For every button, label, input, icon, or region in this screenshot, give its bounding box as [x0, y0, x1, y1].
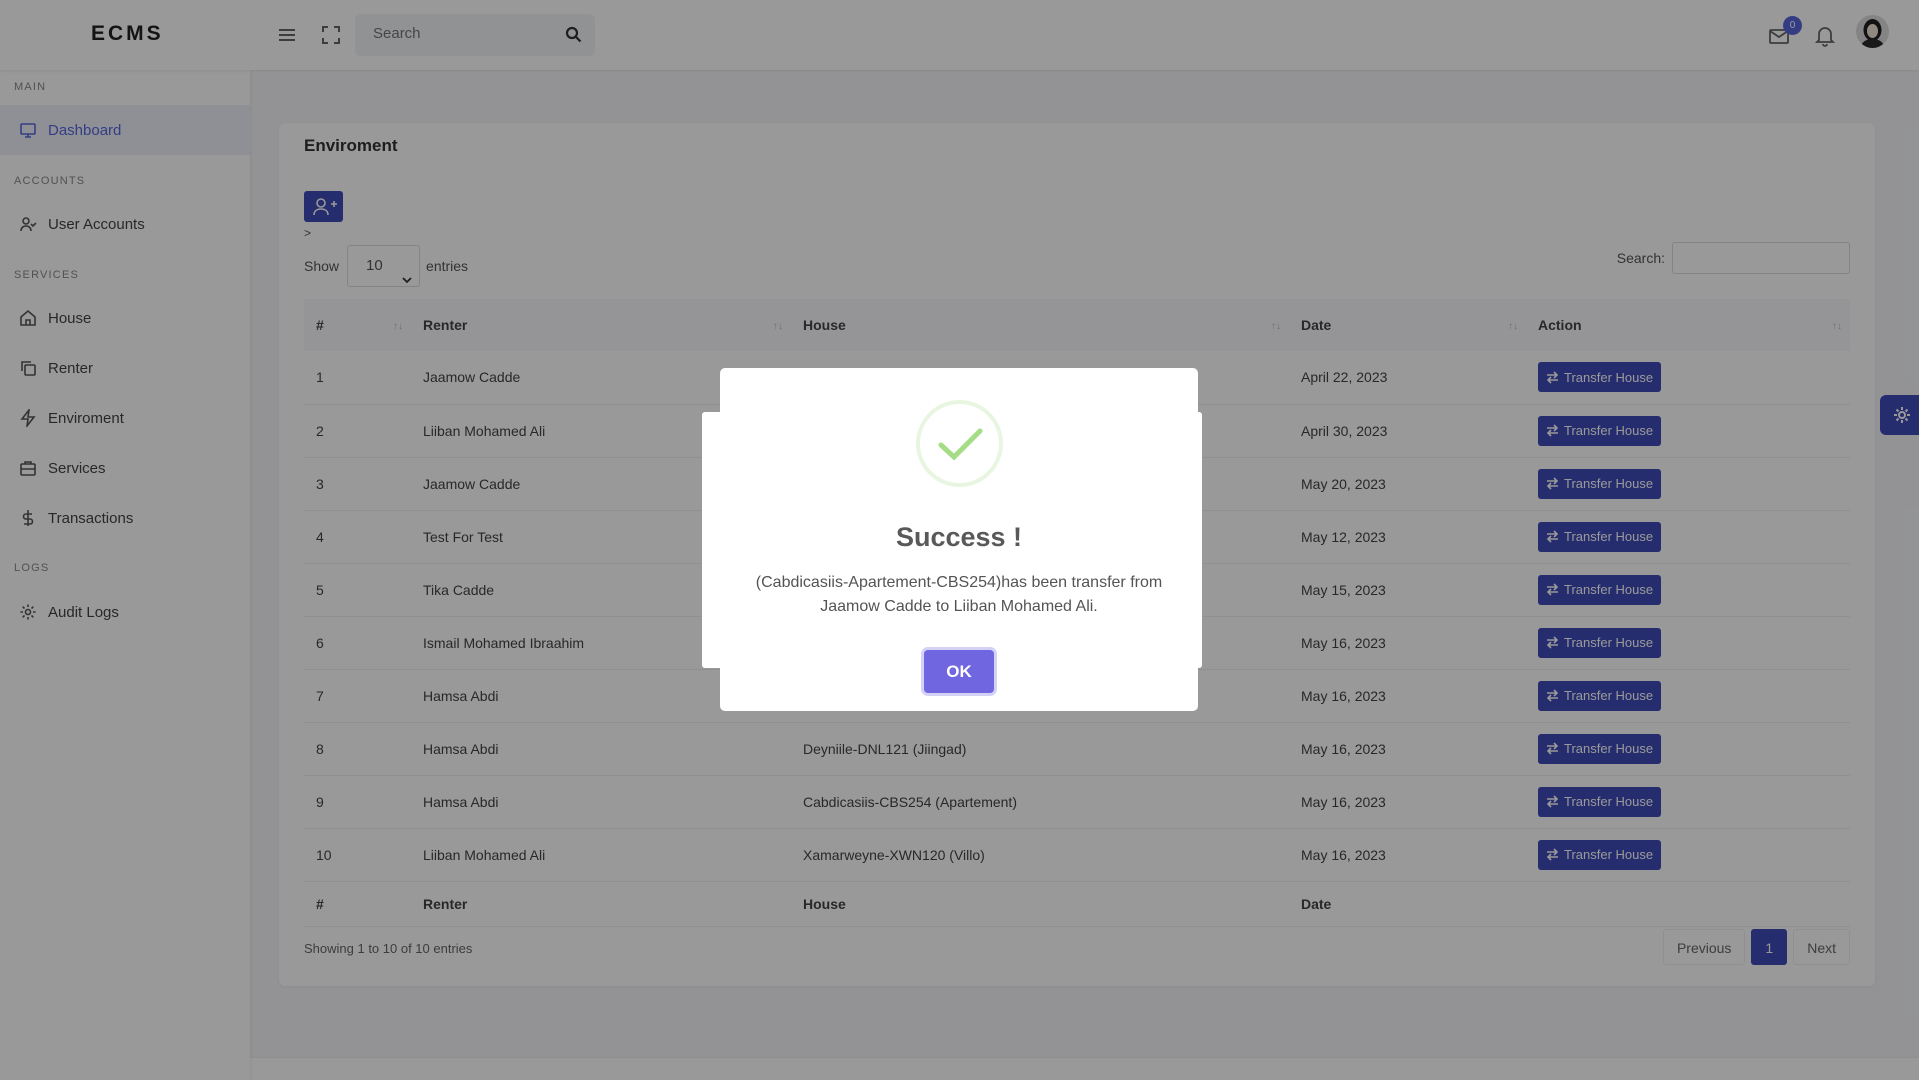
success-dialog: Success ! (Cabdicasiis-Apartement-CBS254…	[720, 368, 1198, 711]
success-icon	[916, 400, 1003, 487]
ok-button[interactable]: OK	[924, 650, 994, 693]
dialog-title: Success !	[895, 522, 1023, 552]
dialog-message: (Cabdicasiis-Apartement-CBS254)has been …	[755, 574, 1163, 615]
